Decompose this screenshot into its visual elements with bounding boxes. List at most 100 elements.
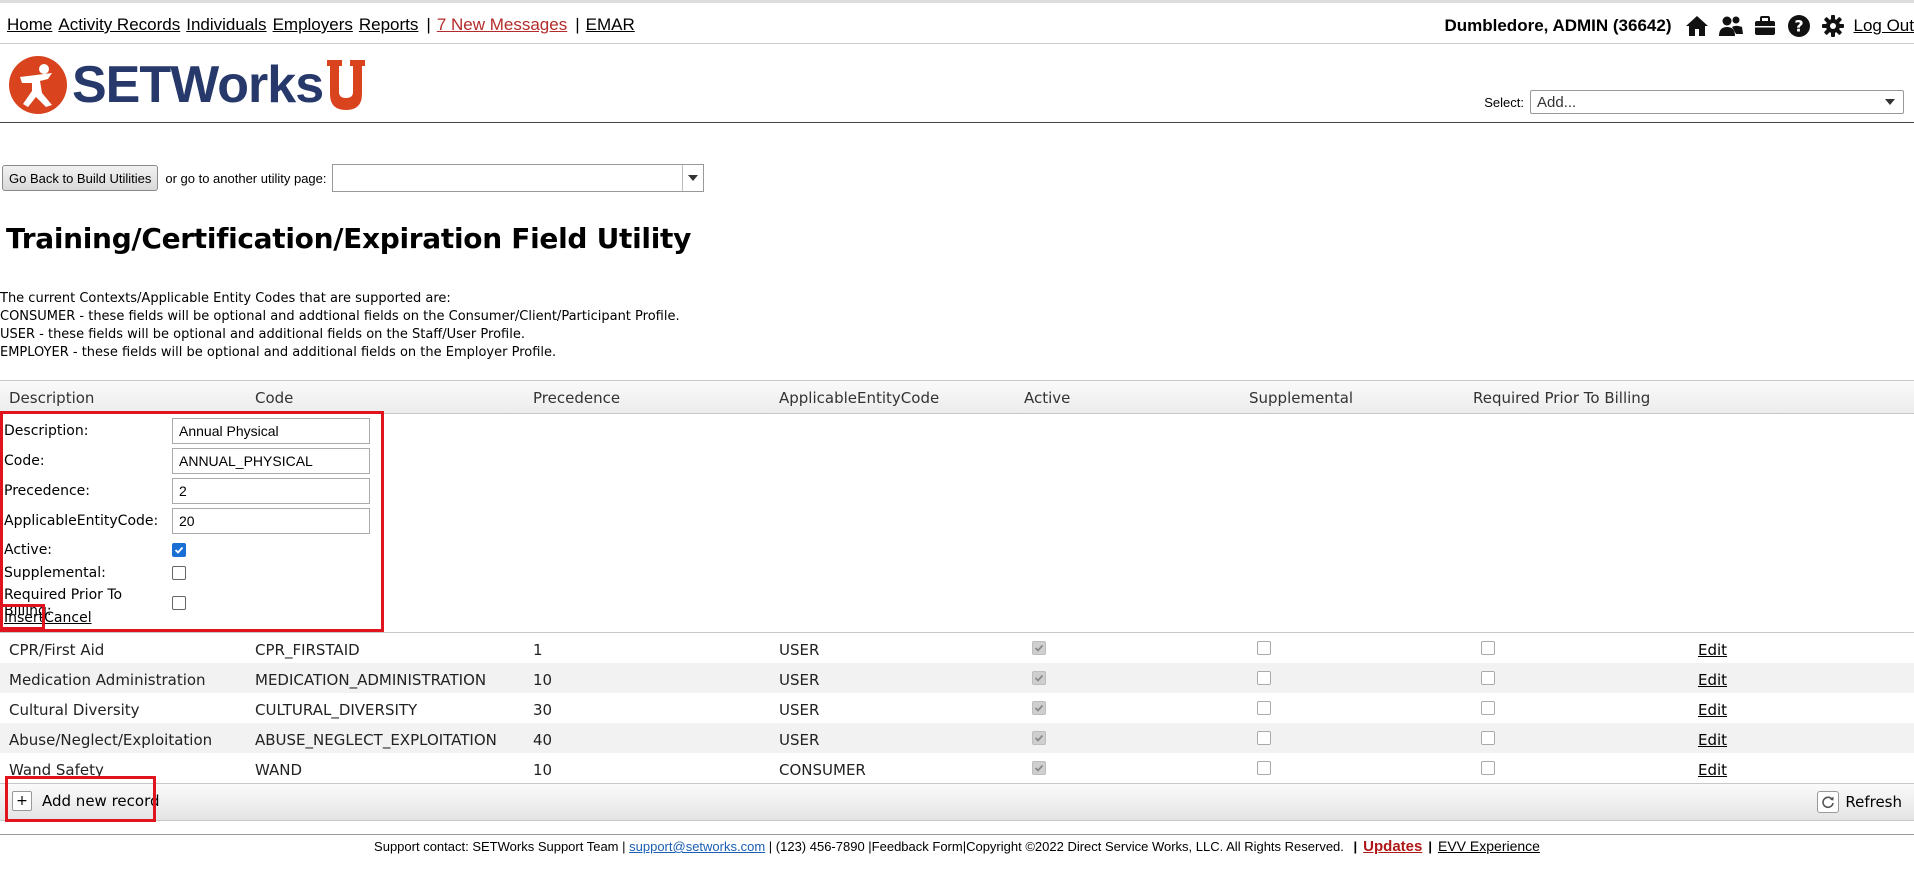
logo-figure-icon (9, 56, 67, 114)
cell-active-checkbox (1032, 731, 1046, 745)
column-header-precedence[interactable]: Precedence (533, 389, 620, 407)
help-icon[interactable]: ? (1785, 13, 1813, 39)
cell-precedence: 40 (533, 731, 553, 749)
plus-icon: + (12, 791, 32, 811)
cancel-link[interactable]: Cancel (44, 610, 91, 626)
cell-code: ABUSE_NEGLECT_EXPLOITATION (255, 731, 497, 749)
updates-link[interactable]: Updates (1363, 838, 1422, 855)
form-row-supplemental: Supplemental: (4, 565, 186, 581)
grid-rows: CPR/First Aid CPR_FIRSTAID 1 USER Edit Medica… (0, 633, 1914, 783)
setworks-logo[interactable]: SETWorks (8, 55, 367, 115)
footer-separator: | (1353, 839, 1358, 854)
refresh-button[interactable]: Refresh (1817, 791, 1902, 813)
cell-required-billing-checkbox (1481, 761, 1495, 775)
column-header-active[interactable]: Active (1024, 389, 1070, 407)
logout-link[interactable]: Log Out (1854, 16, 1914, 36)
cell-precedence: 1 (533, 641, 543, 659)
nav-employers-link[interactable]: Employers (273, 15, 353, 34)
edit-link[interactable]: Edit (1698, 671, 1727, 689)
cell-precedence: 10 (533, 761, 553, 779)
nav-emar-link[interactable]: EMAR (586, 15, 635, 34)
support-contact-text: Support contact: SETWorks Support Team | (374, 839, 626, 854)
header-select-value: Add... (1537, 93, 1577, 111)
entity-code-input[interactable] (172, 508, 370, 534)
intro-line: EMPLOYER - these fields will be optional… (0, 345, 557, 360)
settings-icon[interactable] (1819, 13, 1847, 39)
supplemental-label: Supplemental: (4, 565, 106, 581)
description-label: Description: (4, 423, 89, 439)
fields-grid: Description Code Precedence ApplicableEn… (0, 380, 1914, 821)
cell-code: CULTURAL_DIVERSITY (255, 701, 418, 719)
column-header-entity-code[interactable]: ApplicableEntityCode (779, 389, 939, 407)
users-icon[interactable] (1717, 13, 1745, 39)
edit-link[interactable]: Edit (1698, 731, 1727, 749)
cell-active-checkbox (1032, 671, 1046, 685)
form-row-entity-code: ApplicableEntityCode: (4, 508, 370, 534)
briefcase-icon[interactable] (1751, 13, 1779, 39)
form-row-code: Code: (4, 448, 370, 474)
nav-home-link[interactable]: Home (7, 15, 52, 34)
dropdown-arrow-icon[interactable] (681, 165, 703, 191)
intro-line: USER - these fields will be optional and… (0, 327, 525, 342)
cell-description: Abuse/Neglect/Exploitation (9, 731, 213, 749)
home-icon[interactable] (1683, 13, 1711, 39)
intro-text: The current Contexts/Applicable Entity C… (0, 290, 680, 362)
support-email-link[interactable]: support@setworks.com (629, 839, 765, 854)
nav-separator: | (575, 15, 580, 34)
form-row-description: Description: (4, 418, 370, 444)
main-nav: Home Activity Records Individuals Employers… (7, 15, 641, 35)
header-add-select[interactable]: Add... (1530, 90, 1904, 114)
precedence-label: Precedence: (4, 483, 90, 499)
cell-entity-code: USER (779, 671, 820, 689)
active-label: Active: (4, 542, 53, 558)
top-nav-bar: Home Activity Records Individuals Employers… (0, 0, 1914, 44)
cell-required-billing-checkbox (1481, 731, 1495, 745)
cell-precedence: 30 (533, 701, 553, 719)
refresh-icon (1817, 791, 1840, 813)
table-row: Cultural Diversity CULTURAL_DIVERSITY 30 US… (0, 693, 1914, 723)
header-select-area: Select: Add... (1484, 90, 1904, 114)
cell-required-billing-checkbox (1481, 641, 1495, 655)
cell-description: Cultural Diversity (9, 701, 140, 719)
table-row: CPR/First Aid CPR_FIRSTAID 1 USER Edit (0, 633, 1914, 663)
evv-experience-link[interactable]: EVV Experience (1438, 838, 1540, 854)
cell-required-billing-checkbox (1481, 671, 1495, 685)
description-input[interactable] (172, 418, 370, 444)
cell-supplemental-checkbox (1257, 701, 1271, 715)
cell-active-checkbox (1032, 761, 1046, 775)
entity-code-label: ApplicableEntityCode: (4, 513, 159, 529)
table-row: Medication Administration MEDICATION_ADMI… (0, 663, 1914, 693)
supplemental-checkbox[interactable] (172, 566, 186, 580)
cell-supplemental-checkbox (1257, 641, 1271, 655)
edit-link[interactable]: Edit (1698, 641, 1727, 659)
column-header-required-billing[interactable]: Required Prior To Billing (1473, 389, 1650, 407)
add-new-record-button[interactable]: + Add new record (12, 791, 160, 811)
logo-text: SETWorks (72, 56, 324, 114)
cell-code: MEDICATION_ADMINISTRATION (255, 671, 487, 689)
intro-line: The current Contexts/Applicable Entity C… (0, 291, 451, 306)
nav-reports-link[interactable]: Reports (359, 15, 419, 34)
intro-line: CONSUMER - these fields will be optional… (0, 309, 680, 324)
footer-separator: | (1428, 839, 1432, 854)
edit-link[interactable]: Edit (1698, 701, 1727, 719)
page-title: Training/Certification/Expiration Field … (6, 222, 692, 255)
active-checkbox[interactable] (172, 543, 186, 557)
nav-messages-link[interactable]: 7 New Messages (437, 15, 567, 34)
cell-supplemental-checkbox (1257, 761, 1271, 775)
nav-activity-records-link[interactable]: Activity Records (58, 15, 180, 34)
code-input[interactable] (172, 448, 370, 474)
column-header-code[interactable]: Code (255, 389, 293, 407)
cell-description: Medication Administration (9, 671, 206, 689)
edit-link[interactable]: Edit (1698, 761, 1727, 779)
form-row-precedence: Precedence: (4, 478, 370, 504)
precedence-input[interactable] (172, 478, 370, 504)
required-billing-checkbox[interactable] (172, 596, 186, 610)
cell-entity-code: CONSUMER (779, 761, 866, 779)
insert-link[interactable]: Insert (4, 610, 44, 626)
column-header-description[interactable]: Description (9, 389, 94, 407)
back-to-build-utilities-button[interactable]: Go Back to Build Utilities (2, 165, 159, 191)
nav-individuals-link[interactable]: Individuals (186, 15, 266, 34)
cell-supplemental-checkbox (1257, 731, 1271, 745)
utility-page-select[interactable] (331, 164, 704, 192)
column-header-supplemental[interactable]: Supplemental (1249, 389, 1353, 407)
